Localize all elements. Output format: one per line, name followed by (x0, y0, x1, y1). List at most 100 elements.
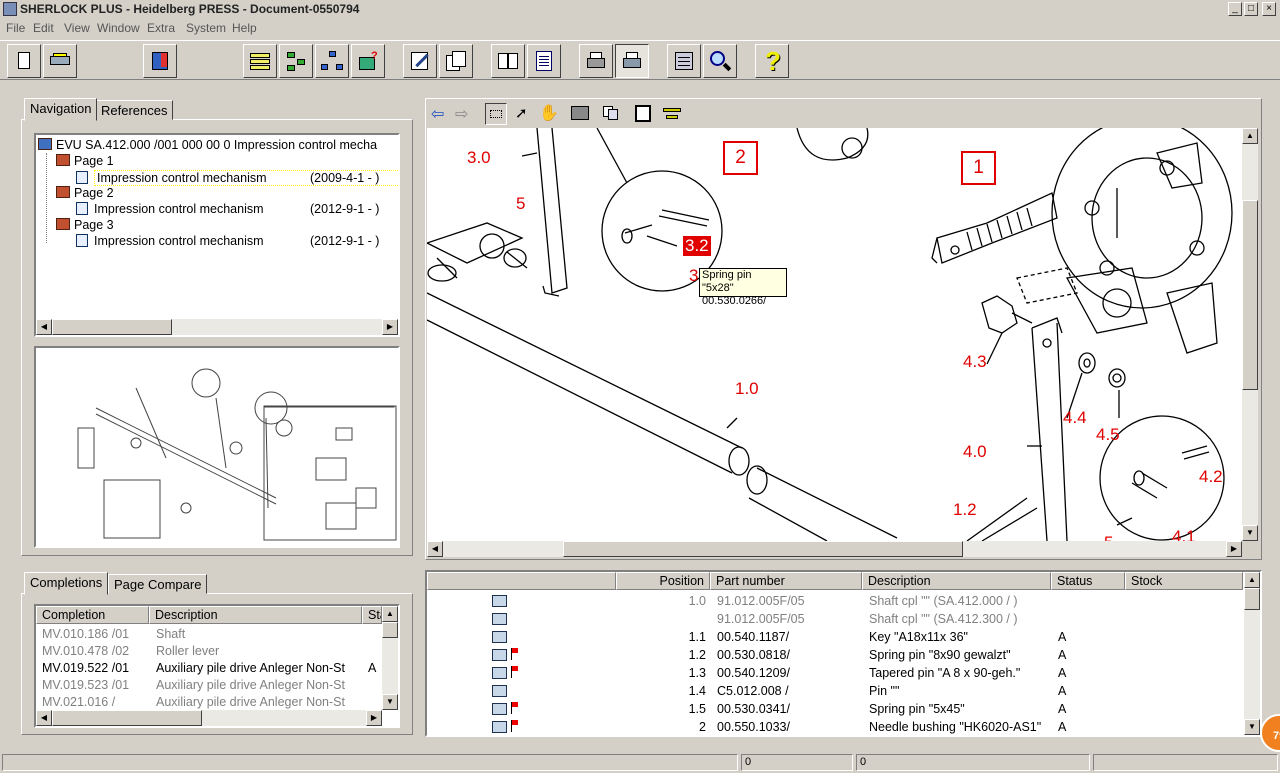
callout-label[interactable]: 4.4 (1063, 408, 1087, 428)
menu-extra[interactable]: Extra (147, 21, 175, 35)
drawing-canvas[interactable]: 3.0 5 3.2 3 2 1 4.3 1.0 4.4 4.5 4.0 4.2 … (427, 128, 1242, 541)
close-button[interactable]: × (1262, 2, 1276, 16)
book-pages-button[interactable] (491, 44, 525, 78)
completions-hscrollbar[interactable]: ◀ ▶ (36, 710, 382, 726)
overview-thumbnail[interactable] (34, 346, 400, 548)
menu-view[interactable]: View (64, 21, 90, 35)
scroll-thumb[interactable] (1242, 200, 1258, 390)
maximize-button[interactable]: □ (1244, 2, 1258, 16)
callout-label[interactable]: 3 (689, 266, 698, 286)
tree-item-page-3[interactable]: Impression control mechanism (76, 234, 264, 250)
completions-vscrollbar[interactable]: ▲ ▼ (382, 606, 398, 710)
scroll-right-icon[interactable]: ▶ (1226, 541, 1242, 557)
tab-navigation[interactable]: Navigation (24, 98, 98, 121)
table-row[interactable]: 91.012.005F/05 Shaft cpl "" (SA.412.300 /… (427, 610, 1243, 628)
table-row[interactable]: 1.3 00.540.1209/Tapered pin "A 8 x 90-geh… (427, 664, 1243, 682)
scroll-thumb[interactable] (382, 622, 398, 638)
menu-window[interactable]: Window (97, 21, 140, 35)
new-document-button[interactable] (7, 44, 41, 78)
tree-root[interactable]: EVU SA.412.000 /001 000 00 0 Impression … (38, 138, 377, 154)
callout-label[interactable]: 5 (1104, 533, 1113, 541)
scroll-thumb[interactable] (563, 541, 963, 557)
table-row[interactable]: 1.4 C5.012.008 / Pin "" A (427, 682, 1243, 700)
callout-label-highlighted[interactable]: 3.2 (683, 236, 711, 256)
callout-label[interactable]: 4.5 (1096, 425, 1120, 445)
hand-icon[interactable]: ✋ (539, 103, 559, 123)
checklist-button[interactable] (667, 44, 701, 78)
zoom-magnifier-button[interactable] (703, 44, 737, 78)
tab-completions[interactable]: Completions (24, 572, 109, 595)
column-header-stock[interactable]: Stock (1125, 572, 1243, 590)
tree-page-2[interactable]: Page 2 (56, 186, 114, 202)
menu-help[interactable]: Help (232, 21, 257, 35)
column-header-completion[interactable]: Completion (36, 606, 149, 624)
scroll-down-icon[interactable]: ▼ (1242, 525, 1258, 541)
tree-structure-button[interactable] (279, 44, 313, 78)
hierarchy-button[interactable] (315, 44, 349, 78)
column-header-status[interactable]: Status (1051, 572, 1125, 590)
book-search-button[interactable] (143, 44, 177, 78)
callout-box-label[interactable]: 2 (723, 141, 758, 175)
list-item[interactable]: MV.010.478 /02 Roller lever (36, 643, 382, 660)
scroll-up-icon[interactable]: ▲ (382, 606, 398, 622)
drawing-hscrollbar[interactable]: ◀ ▶ (427, 541, 1242, 557)
tree-page-3[interactable]: Page 3 (56, 218, 114, 234)
callout-label[interactable]: 4.2 (1199, 467, 1223, 487)
tree-item-page-2[interactable]: Impression control mechanism (76, 202, 264, 218)
table-row[interactable]: 1.5 00.530.0341/Spring pin "5x45" A (427, 700, 1243, 718)
table-row[interactable]: 1.1 00.540.1187/Key "A18x11x 36" A (427, 628, 1243, 646)
minimize-button[interactable]: _ (1228, 2, 1242, 16)
table-row[interactable]: 1.2 00.530.0818/Spring pin "8x90 gewalzt"… (427, 646, 1243, 664)
scroll-left-icon[interactable]: ◀ (36, 710, 52, 726)
scroll-down-icon[interactable]: ▼ (382, 694, 398, 710)
table-row[interactable]: 1.0 91.012.005F/05 Shaft cpl "" (SA.412.00… (427, 592, 1243, 610)
package-alert-button[interactable]: ? (351, 44, 385, 78)
list-item[interactable]: MV.010.186 /01 Shaft (36, 626, 382, 643)
help-button[interactable]: ? (755, 44, 789, 78)
list-item[interactable]: MV.019.523 /01 Auxiliary pile drive Anleg… (36, 677, 382, 694)
scroll-thumb[interactable] (52, 710, 202, 726)
notification-badge[interactable]: 79 (1260, 714, 1280, 752)
column-header-status[interactable]: Sta (362, 606, 382, 624)
drawing-vscrollbar[interactable]: ▲ ▼ (1242, 128, 1258, 541)
scroll-up-icon[interactable]: ▲ (1242, 128, 1258, 144)
align-icon[interactable] (663, 106, 681, 120)
tree-page-1[interactable]: Page 1 (56, 154, 114, 170)
list-item[interactable]: MV.021.016 / Auxiliary pile drive Anleger… (36, 694, 382, 711)
document-button[interactable] (527, 44, 561, 78)
callout-label[interactable]: 4.1 (1172, 527, 1196, 541)
print-icon[interactable] (571, 106, 589, 120)
tab-page-compare[interactable]: Page Compare (108, 574, 208, 594)
back-icon[interactable]: ⇦ (431, 104, 451, 124)
list-item[interactable]: MV.019.522 /01 Auxiliary pile drive Anleg… (36, 660, 382, 677)
tab-references[interactable]: References (95, 100, 174, 120)
scroll-thumb[interactable] (52, 319, 172, 335)
table-row[interactable]: 2 00.550.1033/Needle bushing "HK6020-AS1"… (427, 718, 1243, 735)
callout-box-label[interactable]: 1 (961, 151, 996, 185)
copy-pages-button[interactable] (439, 44, 473, 78)
callout-label[interactable]: 4.3 (963, 352, 987, 372)
column-header-blank[interactable] (427, 572, 616, 590)
scroll-right-icon[interactable]: ▶ (366, 710, 382, 726)
callout-label[interactable]: 1.2 (953, 500, 977, 520)
forward-icon[interactable]: ⇨ (455, 104, 475, 124)
callout-label[interactable]: 3.0 (467, 148, 491, 168)
callout-label[interactable]: 4.0 (963, 442, 987, 462)
callout-label[interactable]: 1.0 (735, 379, 759, 399)
copy-icon[interactable] (603, 106, 619, 120)
pointer-icon[interactable]: ➚ (515, 104, 528, 122)
print-preview-button[interactable] (579, 44, 613, 78)
menu-system[interactable]: System (186, 21, 226, 35)
parts-vscrollbar[interactable]: ▲ ▼ (1244, 572, 1260, 735)
scroll-left-icon[interactable]: ◀ (427, 541, 443, 557)
print-stack-button[interactable] (43, 44, 77, 78)
menu-edit[interactable]: Edit (33, 21, 54, 35)
page-icon[interactable] (635, 105, 651, 122)
tree-item-page-1[interactable]: Impression control mechanism (2009-4-1 - … (76, 170, 398, 186)
print-active-button[interactable] (615, 44, 649, 78)
scroll-down-icon[interactable]: ▼ (1244, 719, 1260, 735)
edit-note-button[interactable] (403, 44, 437, 78)
column-header-description[interactable]: Description (149, 606, 362, 624)
callout-label[interactable]: 5 (516, 194, 525, 214)
column-header-position[interactable]: Position (616, 572, 710, 590)
